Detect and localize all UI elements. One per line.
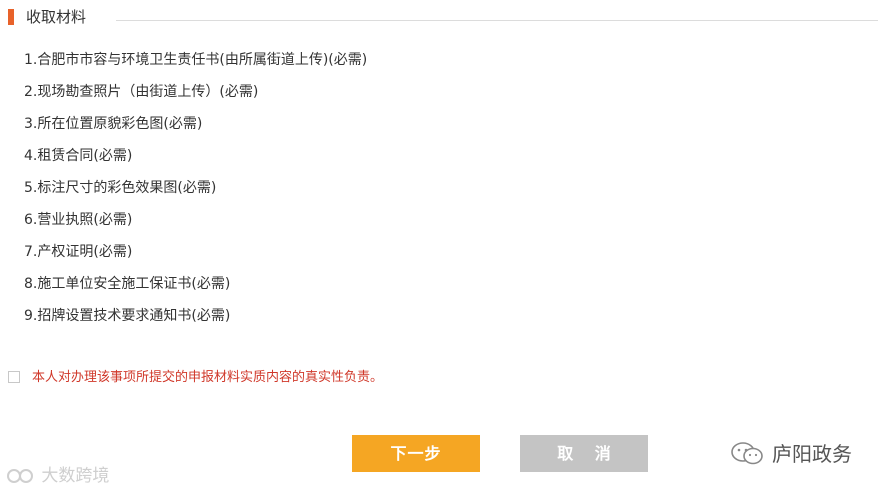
list-item: 4.租赁合同(必需) (24, 148, 133, 164)
cancel-button[interactable]: 取 消 (520, 435, 648, 472)
watermark-logo-icon (7, 469, 33, 483)
section-divider (116, 20, 878, 21)
section-title: 收取材料 (26, 8, 87, 26)
consent-label[interactable]: 本人对办理该事项所提交的申报材料实质内容的真实性负责。 (32, 370, 383, 386)
materials-list: 1.合肥市市容与环境卫生责任书(由所属街道上传)(必需) 2.现场勘查照片（由街… (24, 50, 367, 338)
wechat-icon (731, 442, 763, 465)
list-item: 6.营业执照(必需) (24, 212, 133, 228)
watermark-right-text: 庐阳政务 (772, 442, 852, 466)
watermark-left: 大数跨境 (6, 465, 109, 487)
list-item: 7.产权证明(必需) (24, 244, 133, 260)
list-item: 2.现场勘查照片（由街道上传）(必需) (24, 84, 259, 100)
list-item: 3.所在位置原貌彩色图(必需) (24, 116, 203, 132)
list-item: 5.标注尺寸的彩色效果图(必需) (24, 180, 217, 196)
next-step-button[interactable]: 下一步 (352, 435, 480, 472)
list-item: 1.合肥市市容与环境卫生责任书(由所属街道上传)(必需) (24, 52, 368, 68)
section-header: 收取材料 (0, 6, 878, 28)
consent-checkbox[interactable] (8, 371, 20, 383)
list-item: 9.招牌设置技术要求通知书(必需) (24, 308, 231, 324)
watermark-left-text: 大数跨境 (41, 466, 110, 486)
section-accent-bar (8, 9, 14, 25)
list-item: 8.施工单位安全施工保证书(必需) (24, 276, 231, 292)
